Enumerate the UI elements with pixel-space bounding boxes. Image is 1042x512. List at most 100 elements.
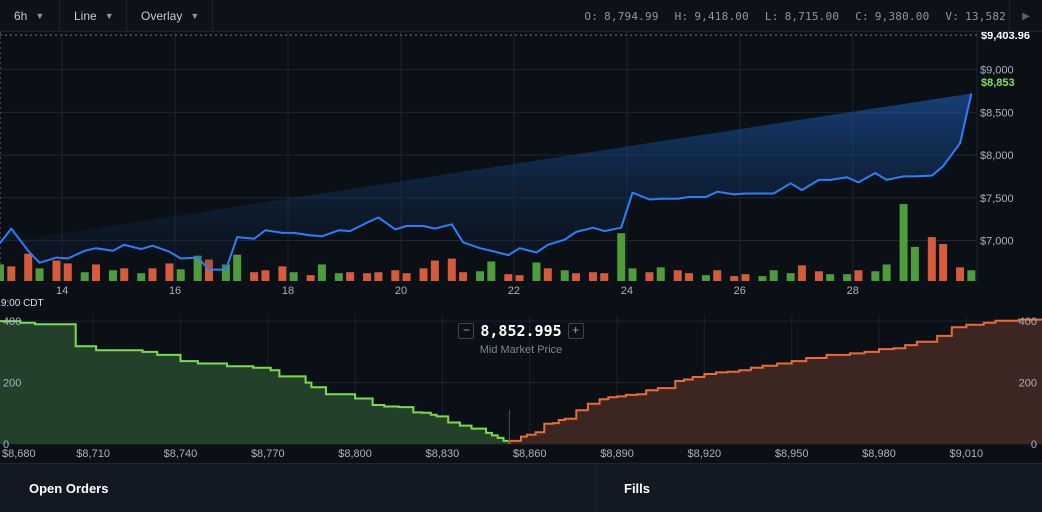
chart-type-label: Line — [74, 9, 97, 23]
volume-bar — [656, 267, 665, 281]
volume-bar — [430, 260, 439, 281]
volume-bar — [786, 273, 795, 281]
low-label: L: — [764, 9, 779, 23]
volume-bar — [447, 258, 456, 281]
high-label: H: — [674, 9, 689, 23]
high-marker-label: $9,403.96 — [981, 32, 1030, 42]
volume-bar — [871, 271, 880, 281]
volume-bar — [306, 275, 315, 281]
volume-bar — [910, 246, 919, 281]
volume-bar — [939, 243, 948, 281]
crosshair-label: 4/29/20, 19:00 CDT — [0, 298, 44, 309]
volume-bar — [0, 264, 4, 281]
tab-open-orders[interactable]: Open Orders — [0, 464, 596, 512]
volume-bar — [560, 270, 569, 281]
volume-bar — [278, 266, 287, 281]
volume-bar — [588, 272, 597, 281]
volume-bar — [250, 272, 259, 281]
volume-bar — [487, 261, 496, 281]
decrease-precision-button[interactable]: − — [458, 323, 475, 339]
x-tick-label: 20 — [395, 285, 407, 297]
volume-bar — [374, 272, 383, 281]
x-tick-label: 18 — [282, 285, 294, 297]
depth-x-tick-label: $8,950 — [775, 448, 809, 460]
volume-bar — [261, 270, 270, 281]
open-label: O: — [584, 9, 599, 23]
interval-dropdown[interactable]: 6h ▼ — [0, 0, 60, 32]
depth-y-tick-left: 200 — [3, 378, 21, 390]
y-tick-label: $8,500 — [980, 107, 1014, 119]
low-value: 8,715.00 — [784, 9, 840, 23]
volume-bar — [882, 264, 891, 281]
interval-label: 6h — [14, 9, 28, 23]
play-icon[interactable]: ▶ — [1009, 0, 1042, 32]
volume-bar — [673, 270, 682, 281]
increase-precision-button[interactable]: + — [567, 323, 584, 339]
volume-bar — [843, 274, 852, 281]
volume-bar — [289, 272, 298, 281]
asks-area — [509, 319, 1042, 444]
y-tick-label: $7,500 — [980, 193, 1014, 205]
volume-bar — [92, 264, 101, 281]
depth-y-tick-left: 400 — [3, 316, 21, 328]
volume-bar — [35, 268, 44, 281]
depth-y-tick-right: 200 — [1019, 378, 1037, 390]
volume-bar — [7, 266, 16, 281]
volume-bar — [63, 263, 72, 281]
volume-bar — [572, 273, 581, 281]
tab-open-orders-label: Open Orders — [29, 480, 109, 496]
chart-toolbar: 6h ▼ Line ▼ Overlay ▼ O: 8,794.99 H: 9,4… — [0, 0, 1042, 32]
x-tick-label: 16 — [169, 285, 181, 297]
volume-bar — [80, 272, 89, 281]
volume-bar — [391, 270, 400, 281]
volume-bar — [600, 273, 609, 281]
y-tick-label: $8,000 — [980, 150, 1014, 162]
volume-bar — [108, 270, 117, 281]
chart-type-dropdown[interactable]: Line ▼ — [60, 0, 127, 32]
depth-x-tick-label: $9,010 — [949, 448, 983, 460]
volume-bar — [769, 270, 778, 281]
chevron-down-icon: ▼ — [190, 11, 200, 21]
volume-bar — [617, 233, 626, 281]
depth-x-tick-label: $8,710 — [76, 448, 110, 460]
volume-bar — [532, 262, 541, 281]
depth-x-tick-label: $8,830 — [426, 448, 460, 460]
mid-market-price: 8,852.995 — [480, 322, 562, 340]
volume-bar — [317, 264, 326, 281]
depth-x-tick-label: $8,980 — [862, 448, 896, 460]
volume-bar — [148, 268, 157, 281]
volume-bar — [741, 274, 750, 281]
volume-bar — [363, 273, 372, 281]
mid-market-widget: − 8,852.995 + Mid Market Price — [457, 320, 585, 356]
y-tick-label: $9,000 — [980, 65, 1014, 77]
depth-x-tick-label: $8,770 — [251, 448, 285, 460]
volume-bar — [899, 203, 908, 281]
volume-bar — [402, 273, 411, 281]
volume-bar — [504, 274, 513, 281]
tab-fills[interactable]: Fills — [597, 464, 1042, 512]
depth-x-tick-label: $8,890 — [600, 448, 634, 460]
ohlcv-readout: O: 8,794.99 H: 9,418.00 L: 8,715.00 C: 9… — [578, 0, 1006, 32]
volume-bar — [165, 263, 174, 281]
volume-bar — [854, 270, 863, 281]
overlay-dropdown[interactable]: Overlay ▼ — [127, 0, 213, 32]
price-chart[interactable]: $9,000 $8,500 $8,000 $7,500 $7,000 14 16 18 20 22… — [0, 32, 1042, 315]
close-value: 9,380.00 — [874, 9, 930, 23]
volume-bar — [758, 276, 767, 281]
volume-bar — [826, 274, 835, 281]
volume-bar — [814, 271, 823, 281]
overlay-label: Overlay — [141, 9, 183, 23]
volume-bar — [476, 271, 485, 281]
x-tick-label: 24 — [621, 285, 633, 297]
mid-market-label: Mid Market Price — [479, 344, 563, 356]
chevron-down-icon: ▼ — [104, 11, 114, 21]
volume-bar — [24, 253, 33, 281]
volume-bar — [701, 275, 710, 281]
volume-bar — [713, 270, 722, 281]
y-tick-label: $7,000 — [980, 236, 1014, 248]
x-tick-label: 28 — [847, 285, 859, 297]
orders-panel: Open Orders Fills — [0, 463, 1042, 512]
volume-bar — [927, 237, 936, 281]
volume-bar — [120, 268, 129, 281]
volume-bar — [52, 260, 61, 281]
